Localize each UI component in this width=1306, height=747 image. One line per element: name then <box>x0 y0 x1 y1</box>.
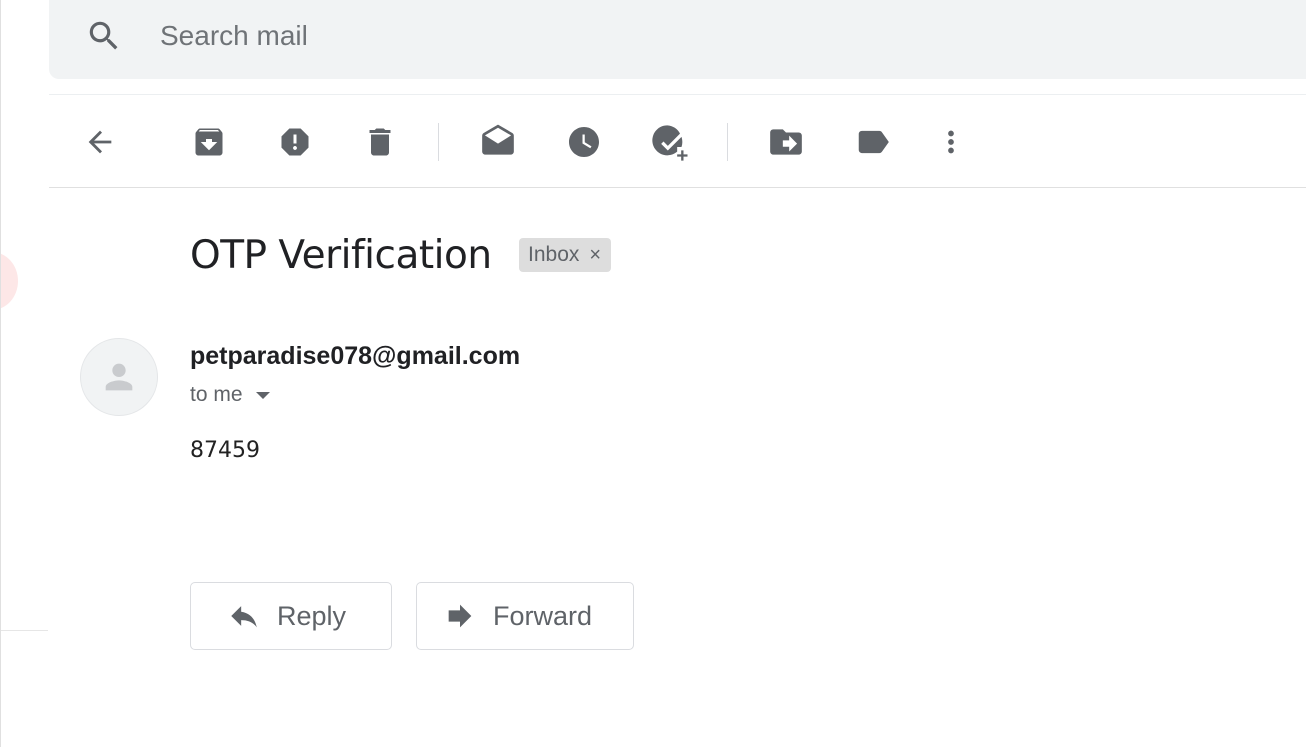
toolbar-separator <box>727 123 728 161</box>
message-body: 87459 <box>190 438 260 463</box>
mark-unread-icon <box>482 124 514 155</box>
left-navigation-edge <box>0 0 48 747</box>
gmail-message-view: OTP Verification Inbox × petparadise078@… <box>0 0 1306 747</box>
header-divider <box>49 94 1306 95</box>
add-task-icon <box>652 125 688 161</box>
search-input[interactable] <box>160 18 860 54</box>
report-spam-button[interactable] <box>273 120 317 164</box>
delete-button[interactable] <box>358 120 402 164</box>
move-to-folder-icon <box>770 129 802 155</box>
label-icon <box>858 130 889 154</box>
avatar[interactable] <box>80 338 158 416</box>
window-edge <box>0 0 1 747</box>
message-subject: OTP Verification <box>190 233 492 278</box>
label-chip-text: Inbox <box>528 243 580 266</box>
recipient-details-toggle[interactable]: to me <box>190 383 271 407</box>
caret-down-icon <box>255 392 270 399</box>
report-spam-icon <box>281 128 309 156</box>
remove-label-icon[interactable]: × <box>589 244 601 267</box>
back-button[interactable] <box>78 120 122 164</box>
nav-indicator <box>0 252 18 310</box>
nav-divider <box>0 630 48 631</box>
labels-button[interactable] <box>851 120 895 164</box>
mark-unread-button[interactable] <box>476 120 520 164</box>
reply-button[interactable]: Reply <box>190 582 392 650</box>
clock-icon <box>569 127 599 157</box>
reply-label: Reply <box>277 600 347 631</box>
add-to-tasks-button[interactable] <box>647 120 691 164</box>
reply-icon <box>227 599 261 633</box>
arrow-left-icon <box>88 130 112 154</box>
forward-button[interactable]: Forward <box>416 582 634 650</box>
archive-icon <box>195 128 223 156</box>
move-to-button[interactable] <box>764 120 808 164</box>
toolbar-divider <box>49 187 1306 188</box>
search-icon[interactable] <box>84 16 124 56</box>
recipient-text: to me <box>190 383 243 406</box>
person-icon <box>105 363 133 391</box>
inbox-label-chip[interactable]: Inbox × <box>519 238 612 272</box>
snooze-button[interactable] <box>562 120 606 164</box>
forward-label: Forward <box>493 600 593 631</box>
archive-button[interactable] <box>187 120 231 164</box>
toolbar-separator <box>438 123 439 161</box>
sender-email[interactable]: petparadise078@gmail.com <box>190 342 520 371</box>
trash-icon <box>369 128 391 156</box>
more-button[interactable] <box>929 120 973 164</box>
forward-icon <box>443 599 477 633</box>
more-vertical-icon <box>948 130 954 154</box>
message-toolbar <box>49 96 1306 188</box>
